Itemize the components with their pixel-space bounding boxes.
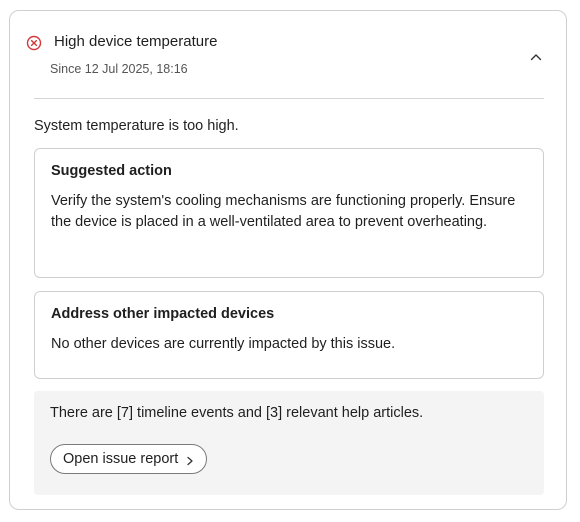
issue-summary-text: There are [7] timeline events and [3] re… bbox=[50, 405, 424, 421]
suggested-action-title: Suggested action bbox=[51, 163, 172, 179]
header-divider bbox=[34, 98, 544, 99]
alert-card: High device temperature Since 12 Jul 202… bbox=[9, 10, 567, 510]
other-devices-title: Address other impacted devices bbox=[51, 306, 275, 322]
open-issue-report-label: Open issue report bbox=[63, 451, 179, 467]
chevron-up-icon bbox=[530, 54, 542, 61]
collapse-button[interactable] bbox=[524, 45, 548, 69]
alert-description: System temperature is too high. bbox=[34, 118, 239, 134]
suggested-action-panel: Suggested action Verify the system's coo… bbox=[34, 148, 544, 278]
other-devices-panel: Address other impacted devices No other … bbox=[34, 291, 544, 379]
issue-summary-footer: There are [7] timeline events and [3] re… bbox=[34, 391, 544, 495]
suggested-action-text: Verify the system's cooling mechanisms a… bbox=[51, 193, 516, 230]
chevron-right-icon bbox=[186, 454, 194, 466]
alert-title: High device temperature bbox=[54, 33, 218, 50]
alert-header[interactable]: High device temperature Since 12 Jul 202… bbox=[10, 11, 566, 99]
error-circle-icon bbox=[26, 35, 42, 51]
alert-timestamp: Since 12 Jul 2025, 18:16 bbox=[50, 62, 188, 76]
other-devices-text: No other devices are currently impacted … bbox=[51, 336, 396, 352]
open-issue-report-button[interactable]: Open issue report bbox=[50, 444, 208, 474]
